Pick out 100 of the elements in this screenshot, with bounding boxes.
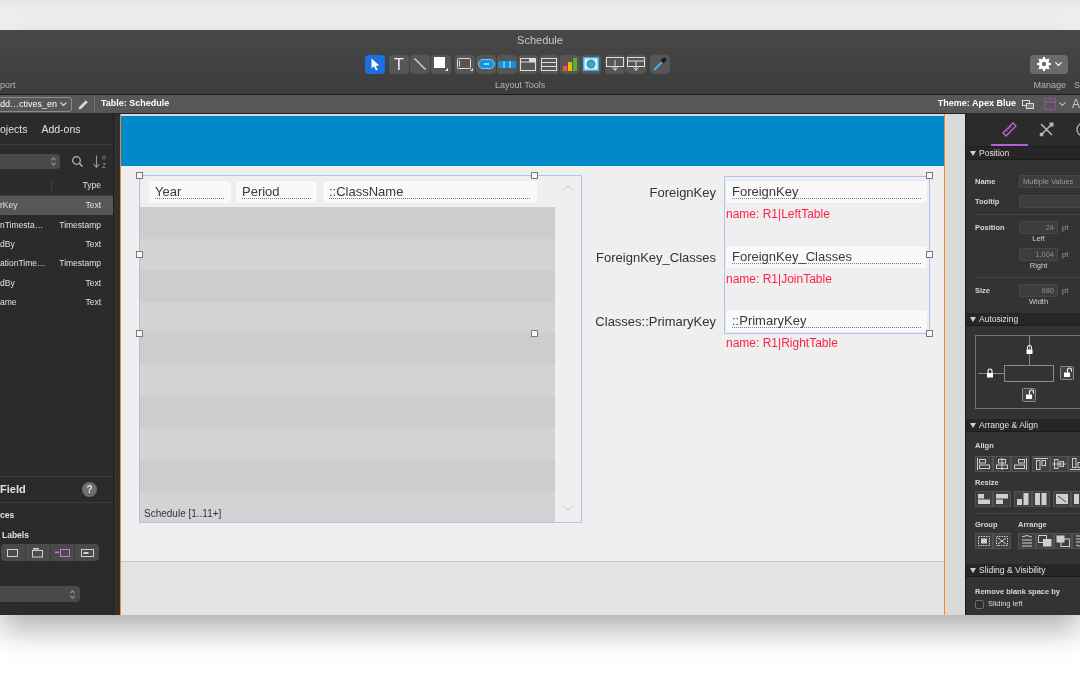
chevron-down-icon bbox=[562, 505, 574, 511]
web-viewer-tool-button[interactable] bbox=[581, 54, 601, 74]
lock-icon[interactable] bbox=[1026, 336, 1033, 366]
portal-tool-button[interactable] bbox=[539, 54, 559, 74]
field[interactable]: ForeignKey_Classes bbox=[725, 244, 928, 269]
align-left-button[interactable] bbox=[975, 456, 993, 472]
field-name: dBy bbox=[0, 238, 15, 251]
layout-menu[interactable]: dd…ctives_en bbox=[0, 96, 72, 112]
chevron-down-icon bbox=[1054, 62, 1062, 66]
field-list-row[interactable]: ame Text bbox=[0, 292, 113, 313]
unlocked-lock-icon[interactable] bbox=[1060, 366, 1074, 380]
pane-tab[interactable]: ojects bbox=[0, 122, 28, 136]
selection-handle[interactable] bbox=[135, 171, 143, 179]
wide-blocks-icon bbox=[995, 493, 1009, 505]
help-button[interactable]: ? bbox=[82, 482, 97, 497]
field-name: ame bbox=[0, 296, 17, 309]
unlocked-lock-icon[interactable] bbox=[1022, 388, 1036, 402]
field-note: name: R1|JoinTable bbox=[725, 271, 832, 287]
selection-handle[interactable] bbox=[135, 329, 143, 337]
lock-icon[interactable] bbox=[977, 368, 1005, 378]
section-header[interactable]: Arrange & Align bbox=[966, 419, 1080, 432]
field-type: Timestamp bbox=[59, 257, 101, 271]
section-title: Autosizing bbox=[979, 314, 1019, 324]
section-subtitle: Labels bbox=[1, 530, 30, 541]
send-backward-button[interactable] bbox=[1054, 533, 1072, 549]
field-name: dBy bbox=[0, 276, 15, 290]
section-header[interactable]: Autosizing bbox=[966, 313, 1080, 326]
bring-forward-button[interactable] bbox=[1036, 533, 1054, 549]
align-right-button[interactable] bbox=[1011, 456, 1029, 472]
part-tool-button[interactable] bbox=[626, 54, 646, 74]
align-top-button[interactable] bbox=[1032, 456, 1050, 472]
rectangle-tool-button[interactable] bbox=[431, 54, 451, 74]
chevron-up-icon bbox=[562, 185, 574, 191]
selection-handle[interactable] bbox=[925, 250, 933, 258]
section-subtitle: ces bbox=[0, 510, 16, 521]
field[interactable]: ::ClassName bbox=[322, 180, 538, 204]
field-picker-button[interactable] bbox=[605, 54, 625, 74]
overlapping-windows-icon[interactable] bbox=[1022, 99, 1034, 109]
field-type: Timestamp bbox=[59, 218, 101, 232]
section-title: Field bbox=[0, 483, 26, 496]
align-middle-button[interactable] bbox=[1050, 456, 1068, 472]
eyedropper-icon bbox=[653, 57, 667, 71]
field[interactable]: ForeignKey bbox=[725, 180, 928, 204]
stacked-lines-icon bbox=[1020, 535, 1034, 547]
field-list-row[interactable]: dBy Text bbox=[0, 234, 113, 255]
ungroup-button[interactable] bbox=[993, 533, 1011, 549]
line-tool-button[interactable] bbox=[410, 54, 430, 74]
group-button[interactable] bbox=[975, 533, 993, 549]
checkbox[interactable] bbox=[975, 599, 984, 609]
popover-tool-button[interactable] bbox=[518, 54, 538, 74]
resize-button[interactable] bbox=[1014, 491, 1032, 507]
field-box-icon bbox=[457, 57, 473, 71]
settings-button[interactable] bbox=[1030, 54, 1068, 74]
section-header[interactable]: Position bbox=[966, 147, 1080, 160]
field-list-row[interactable]: nTimesta… Timestamp bbox=[0, 215, 113, 235]
insert-bar-icon bbox=[627, 57, 645, 71]
overlapping-squares-icon bbox=[1056, 535, 1070, 547]
pointer-tool-button[interactable] bbox=[365, 54, 385, 74]
selection-handle[interactable] bbox=[530, 329, 538, 337]
align-left-icon bbox=[977, 458, 991, 470]
field-list-row[interactable]: rKey Text bbox=[0, 196, 113, 216]
label-above-box-icon bbox=[30, 547, 46, 558]
button-bar-tool-button[interactable] bbox=[497, 54, 517, 74]
pane-tab[interactable]: Add-ons bbox=[41, 122, 81, 136]
field-list-row[interactable]: ationTime… Timestamp bbox=[0, 254, 113, 274]
resize-button[interactable] bbox=[993, 491, 1011, 507]
field[interactable]: Year bbox=[148, 180, 232, 204]
settings-icon bbox=[1036, 57, 1051, 71]
bring-to-front-button[interactable] bbox=[1018, 533, 1036, 549]
toolbar-label: Layout Tools bbox=[495, 79, 546, 91]
chevron-down-icon bbox=[60, 102, 67, 106]
chart-tool-button[interactable] bbox=[560, 54, 580, 74]
text-tool-button[interactable]: T bbox=[389, 54, 409, 74]
column-header[interactable]: Type bbox=[82, 179, 101, 192]
selection-handle[interactable] bbox=[135, 250, 143, 258]
align-center-icon bbox=[995, 458, 1009, 470]
selection-handle[interactable] bbox=[530, 171, 538, 179]
field-list-row[interactable]: dBy Text bbox=[0, 273, 113, 293]
section-header[interactable]: Sliding & Visibility bbox=[966, 564, 1080, 577]
portal[interactable]: Year Period ::ClassName Schedule [1..11+] bbox=[139, 175, 582, 523]
button-tool-button[interactable] bbox=[476, 54, 496, 74]
overlapping-squares-icon bbox=[1038, 535, 1052, 547]
format-painter-button[interactable] bbox=[650, 54, 670, 74]
pill-button-icon bbox=[477, 59, 495, 69]
field[interactable]: Period bbox=[235, 180, 318, 204]
segmented-bar-icon bbox=[498, 60, 516, 68]
field-type: Text bbox=[85, 238, 101, 251]
sort-icon[interactable] bbox=[93, 155, 107, 168]
selection-handle[interactable] bbox=[925, 329, 933, 337]
toolbar-label: port bbox=[0, 79, 16, 91]
resize-button[interactable] bbox=[1053, 491, 1071, 507]
resize-button[interactable] bbox=[1032, 491, 1050, 507]
align-center-button[interactable] bbox=[993, 456, 1011, 472]
resize-button[interactable] bbox=[975, 491, 993, 507]
search-icon[interactable] bbox=[72, 156, 83, 167]
pencil-icon[interactable] bbox=[78, 98, 89, 110]
field[interactable]: ::PrimaryKey bbox=[725, 309, 928, 333]
field-tool-button[interactable] bbox=[455, 54, 475, 74]
selection-handle[interactable] bbox=[925, 171, 933, 179]
portal-caption: Schedule [1..11+] bbox=[144, 508, 222, 520]
